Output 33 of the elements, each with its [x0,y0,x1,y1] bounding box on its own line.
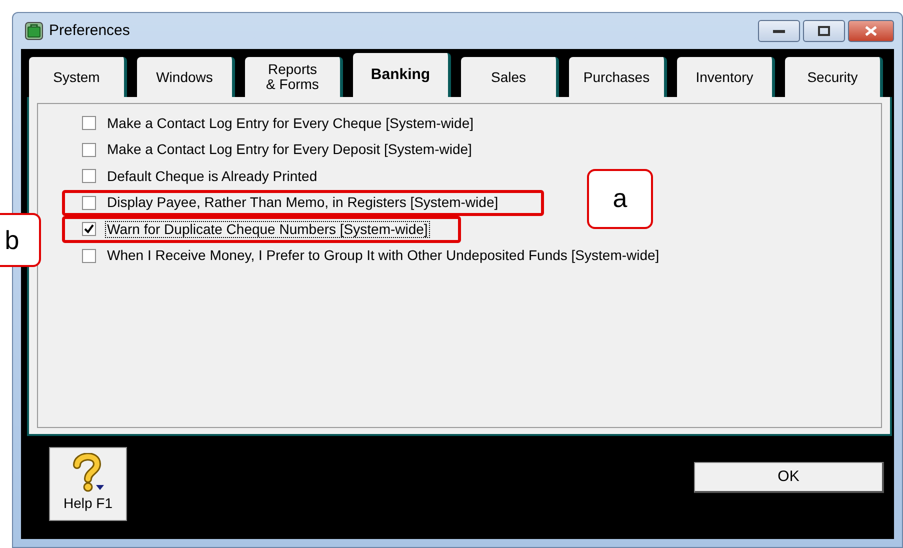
close-icon [865,26,877,36]
checkbox[interactable] [82,196,96,210]
minimize-icon [773,28,785,34]
tab[interactable]: Inventory [677,57,775,97]
help-icon [71,453,105,493]
checkbox-label: Make a Contact Log Entry for Every Deposit [System-wide] [106,142,473,158]
minimize-button[interactable] [758,20,800,42]
maximize-icon [818,26,830,36]
tab[interactable]: System [29,57,127,97]
tab[interactable]: Purchases [569,57,667,97]
checkbox[interactable] [82,142,96,157]
tab[interactable]: Sales [461,57,559,97]
ok-button[interactable]: OK [694,462,884,493]
tab[interactable]: Reports & Forms [245,57,343,97]
checkbox[interactable] [82,222,96,236]
checkbox[interactable] [82,248,96,263]
close-button[interactable] [848,20,894,42]
checkbox[interactable] [82,116,96,130]
window-title: Preferences [49,20,130,41]
checkbox-label: When I Receive Money, I Prefer to Group It with Other Undeposited Funds [System-wide] [106,248,660,264]
callout-label: a [587,168,653,228]
help-button[interactable]: Help F1 [49,446,127,520]
maximize-button[interactable] [803,20,845,42]
tab[interactable]: Banking [353,53,451,97]
tab[interactable]: Windows [137,57,235,97]
app-icon [25,22,43,40]
checkbox-label: Default Cheque is Already Printed [106,168,318,184]
callout-label: b [0,213,41,267]
checkbox-label: Display Payee, Rather Than Memo, in Registers [System-wide] [106,195,500,210]
checkbox-label: Warn for Duplicate Cheque Numbers [System-wide] [106,222,429,237]
tab[interactable]: Security [785,57,883,97]
checkbox[interactable] [82,169,96,184]
checkbox-label: Make a Contact Log Entry for Every Cheque [System-wide] [106,116,474,131]
